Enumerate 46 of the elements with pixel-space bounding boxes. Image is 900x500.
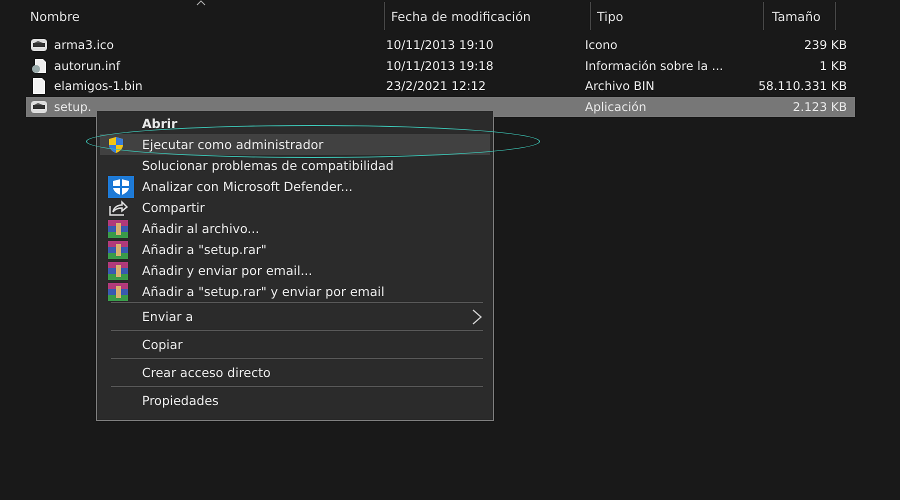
menu-item[interactable]: Analizar con Microsoft Defender... [100, 176, 490, 197]
settings-file-icon [30, 58, 48, 74]
file-date: 10/11/2013 19:10 [386, 38, 494, 52]
menu-item[interactable]: Solucionar problemas de compatibilidad [100, 155, 490, 176]
column-header[interactable]: Tipo [591, 2, 764, 30]
file-date: 23/2/2021 12:12 [386, 79, 486, 94]
file-name: elamigos-1.bin [54, 79, 143, 94]
menu-item[interactable]: Enviar a [100, 303, 490, 330]
file-row[interactable]: arma3.ico 10/11/2013 19:10 Icono 239 KB [26, 35, 855, 56]
column-header[interactable]: Fecha de modificación [385, 2, 591, 30]
archive-icon [108, 282, 128, 300]
column-header[interactable]: Tamaño [764, 2, 836, 30]
file-size: 1 KB [819, 58, 847, 73]
menu-item[interactable]: Ejecutar como administrador [100, 134, 490, 155]
file-type: Aplicación [585, 100, 646, 114]
file-row[interactable]: autorun.inf 10/11/2013 19:18 Información sobre la ... 1 KB [26, 56, 855, 76]
menu-item[interactable]: Añadir al archivo... [100, 218, 490, 239]
menu-item[interactable]: Crear acceso directo [100, 359, 490, 386]
file-size: 58.110.331 KB [758, 79, 847, 94]
file-type: Archivo BIN [585, 79, 654, 94]
file-name: autorun.inf [54, 58, 120, 73]
file-type: Icono [585, 38, 618, 52]
file-size: 239 KB [804, 38, 847, 52]
app-icon [30, 37, 48, 54]
column-header[interactable]: Nombre [26, 2, 385, 30]
file-name: arma3.ico [54, 38, 114, 52]
menu-item[interactable]: Propiedades [100, 387, 490, 414]
menu-item[interactable]: Añadir a "setup.rar" y enviar por email [100, 281, 490, 302]
share-icon [108, 198, 128, 216]
file-type: Información sobre la ... [585, 58, 724, 73]
menu-item[interactable]: Compartir [100, 197, 490, 218]
file-icon [30, 78, 48, 94]
file-row[interactable]: elamigos-1.bin 23/2/2021 12:12 Archivo BIN 58.110.331 KB [26, 76, 855, 96]
app-icon [30, 98, 48, 115]
menu-item[interactable]: Añadir y enviar por email... [100, 260, 490, 281]
menu-item[interactable]: Añadir a "setup.rar" [100, 239, 490, 260]
shield-icon [108, 176, 134, 198]
archive-icon [108, 240, 128, 258]
menu-item[interactable]: Copiar [100, 331, 490, 358]
chevron-right-icon [472, 308, 482, 324]
file-date: 10/11/2013 19:18 [386, 58, 494, 73]
archive-icon [108, 262, 128, 280]
archive-icon [108, 220, 128, 238]
file-size: 2.123 KB [792, 100, 847, 114]
shield-icon [108, 136, 124, 154]
file-name: setup. [54, 100, 92, 114]
